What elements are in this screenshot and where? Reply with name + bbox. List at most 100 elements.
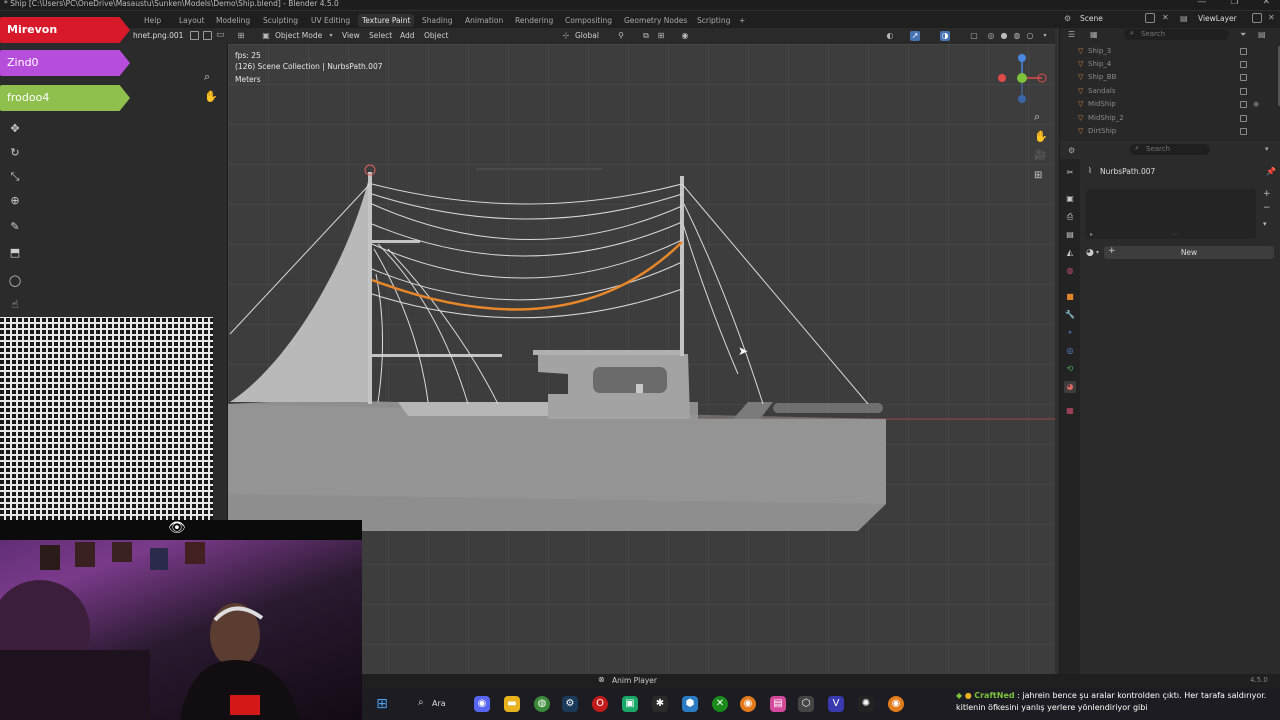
tab-geometry-nodes[interactable]: Geometry Nodes: [620, 14, 691, 27]
output-tab-icon[interactable]: ⎙: [1064, 211, 1076, 223]
display-mode-icon[interactable]: ▦: [1090, 30, 1098, 39]
tab-scripting[interactable]: Scripting: [693, 14, 734, 27]
constraint-tab-icon[interactable]: ⟲: [1064, 363, 1076, 375]
chevron-down-icon[interactable]: ▾: [1096, 249, 1099, 256]
wireframe-shading-icon[interactable]: ◎: [986, 31, 996, 41]
opera-icon[interactable]: O: [592, 696, 608, 712]
exclude-checkbox[interactable]: [1240, 48, 1247, 55]
grab-tool-icon[interactable]: ◯: [8, 274, 22, 288]
view-layer-tab-icon[interactable]: ▤: [1064, 229, 1076, 241]
blender-icon[interactable]: ◉: [740, 696, 756, 712]
transform-tool-icon[interactable]: ⊕: [8, 194, 22, 208]
remove-slot-icon[interactable]: −: [1263, 203, 1271, 213]
image-name[interactable]: hnet.png.001: [133, 31, 183, 40]
cube-tool-icon[interactable]: ⬒: [8, 246, 22, 260]
discord-icon[interactable]: ◉: [474, 696, 490, 712]
new-scene-icon[interactable]: [1145, 13, 1155, 23]
tab-animation[interactable]: Animation: [461, 14, 507, 27]
material-slot-list[interactable]: [1086, 189, 1256, 239]
photos-icon[interactable]: ▤: [770, 696, 786, 712]
exclude-checkbox[interactable]: [1240, 88, 1247, 95]
blender-active-icon[interactable]: ◉: [888, 696, 904, 712]
list-item[interactable]: ▽ Sandals: [1060, 86, 1280, 98]
overlay-toggle-icon[interactable]: ◑: [940, 31, 950, 41]
app-blue-icon[interactable]: ⬢: [682, 696, 698, 712]
tab-compositing[interactable]: Compositing: [561, 14, 616, 27]
slack-icon[interactable]: ✱: [652, 696, 668, 712]
list-item[interactable]: ▽ Ship_4: [1060, 59, 1280, 71]
folder-icon[interactable]: ▭: [216, 30, 225, 40]
pin-icon[interactable]: 📌: [1266, 167, 1276, 176]
scene-tab-icon[interactable]: ◭: [1064, 247, 1076, 259]
exclude-checkbox[interactable]: [1240, 101, 1247, 108]
material-shading-icon[interactable]: ◍: [1012, 31, 1022, 41]
file-explorer-icon[interactable]: ▬: [504, 696, 520, 712]
material-tab-icon[interactable]: ◕: [1064, 381, 1076, 393]
chatgpt-icon[interactable]: ✺: [858, 696, 874, 712]
new-viewlayer-icon[interactable]: [1252, 13, 1262, 23]
perspective-toggle-icon[interactable]: ⊞: [1034, 170, 1042, 181]
app-v-icon[interactable]: V: [828, 696, 844, 712]
app-green-icon[interactable]: ▣: [622, 696, 638, 712]
delete-viewlayer-icon[interactable]: ✕: [1268, 13, 1275, 22]
gizmo-toggle-icon[interactable]: ↗: [910, 31, 920, 41]
pinch-tool-icon[interactable]: ☝: [8, 298, 22, 312]
properties-editor-icon[interactable]: ⚙: [1068, 146, 1075, 155]
expand-arrow-icon[interactable]: ▸: [1090, 231, 1093, 238]
scene-selector[interactable]: Scene: [1080, 14, 1103, 23]
solid-shading-icon[interactable]: ●: [999, 31, 1009, 41]
mode-selector[interactable]: Object Mode: [275, 30, 322, 42]
add-slot-icon[interactable]: +: [1263, 189, 1271, 199]
tab-sculpting[interactable]: Sculpting: [259, 14, 302, 27]
chevron-down-icon[interactable]: ▾: [1265, 145, 1269, 153]
snap-icon[interactable]: ⧉: [641, 31, 651, 41]
hand-pan-icon[interactable]: ✋: [204, 90, 218, 103]
anim-player-job[interactable]: ⊗ Anim Player: [596, 675, 676, 687]
exclude-checkbox[interactable]: [1240, 61, 1247, 68]
modifier-tab-icon[interactable]: 🔧: [1064, 309, 1076, 321]
rotate-tool-icon[interactable]: ↻: [8, 146, 22, 160]
zoom-view-icon[interactable]: ⌕: [1034, 110, 1040, 124]
orientation-selector[interactable]: Global: [575, 30, 599, 42]
add-workspace-button[interactable]: +: [735, 14, 749, 27]
tab-texture-paint[interactable]: Texture Paint: [358, 14, 415, 27]
visibility-eye-icon[interactable]: ◉: [1253, 100, 1259, 108]
tab-shading[interactable]: Shading: [418, 14, 456, 27]
camera-view-icon[interactable]: 🎥: [1034, 150, 1046, 161]
filter-icon[interactable]: ⏷: [1240, 30, 1246, 40]
tab-modeling[interactable]: Modeling: [212, 14, 254, 27]
menu-view[interactable]: View: [342, 30, 360, 42]
navigation-gizmo[interactable]: [998, 52, 1050, 108]
exclude-checkbox[interactable]: [1240, 128, 1247, 135]
scale-tool-icon[interactable]: ⤡: [8, 170, 22, 184]
outliner-editor-icon[interactable]: ☰: [1068, 30, 1075, 39]
cancel-job-icon[interactable]: ⊗: [598, 675, 605, 684]
annotate-tool-icon[interactable]: ✎: [8, 220, 22, 234]
visibility-icon[interactable]: ◐: [885, 31, 895, 41]
taskbar-search[interactable]: ⌕ Ara: [412, 695, 452, 713]
maximize-button[interactable]: ❐: [1230, 0, 1238, 7]
new-image-icon[interactable]: [203, 31, 212, 40]
list-item[interactable]: ▽ Ship_BB: [1060, 72, 1280, 84]
close-button[interactable]: ✕: [1262, 0, 1270, 7]
tool-tab-icon[interactable]: ✂: [1064, 167, 1076, 179]
move-tool-icon[interactable]: ✥: [8, 122, 22, 136]
viewlayer-selector[interactable]: ViewLayer: [1198, 14, 1237, 23]
tab-layout[interactable]: Layout: [175, 14, 209, 27]
list-item[interactable]: ▽ MidShip ◉: [1060, 99, 1280, 111]
new-material-button[interactable]: + New: [1104, 246, 1274, 259]
app-hex-icon[interactable]: ⬡: [798, 696, 814, 712]
delete-scene-icon[interactable]: ✕: [1162, 13, 1169, 22]
physics-tab-icon[interactable]: ◎: [1064, 345, 1076, 357]
rendered-shading-icon[interactable]: ○: [1025, 31, 1035, 41]
windows-start-icon[interactable]: ⊞: [374, 696, 390, 712]
render-tab-icon[interactable]: ▣: [1064, 193, 1076, 205]
menu-select[interactable]: Select: [369, 30, 392, 42]
duplicate-image-icon[interactable]: [190, 31, 199, 40]
outliner-search[interactable]: ⌕ Search: [1124, 29, 1229, 40]
steam-icon[interactable]: ⚙: [562, 696, 578, 712]
zoom-icon[interactable]: ⌕: [204, 70, 210, 84]
editor-type-icon[interactable]: ⊞: [236, 31, 246, 41]
xbox-icon[interactable]: ✕: [712, 696, 728, 712]
object-tab-icon[interactable]: ■: [1064, 291, 1076, 303]
